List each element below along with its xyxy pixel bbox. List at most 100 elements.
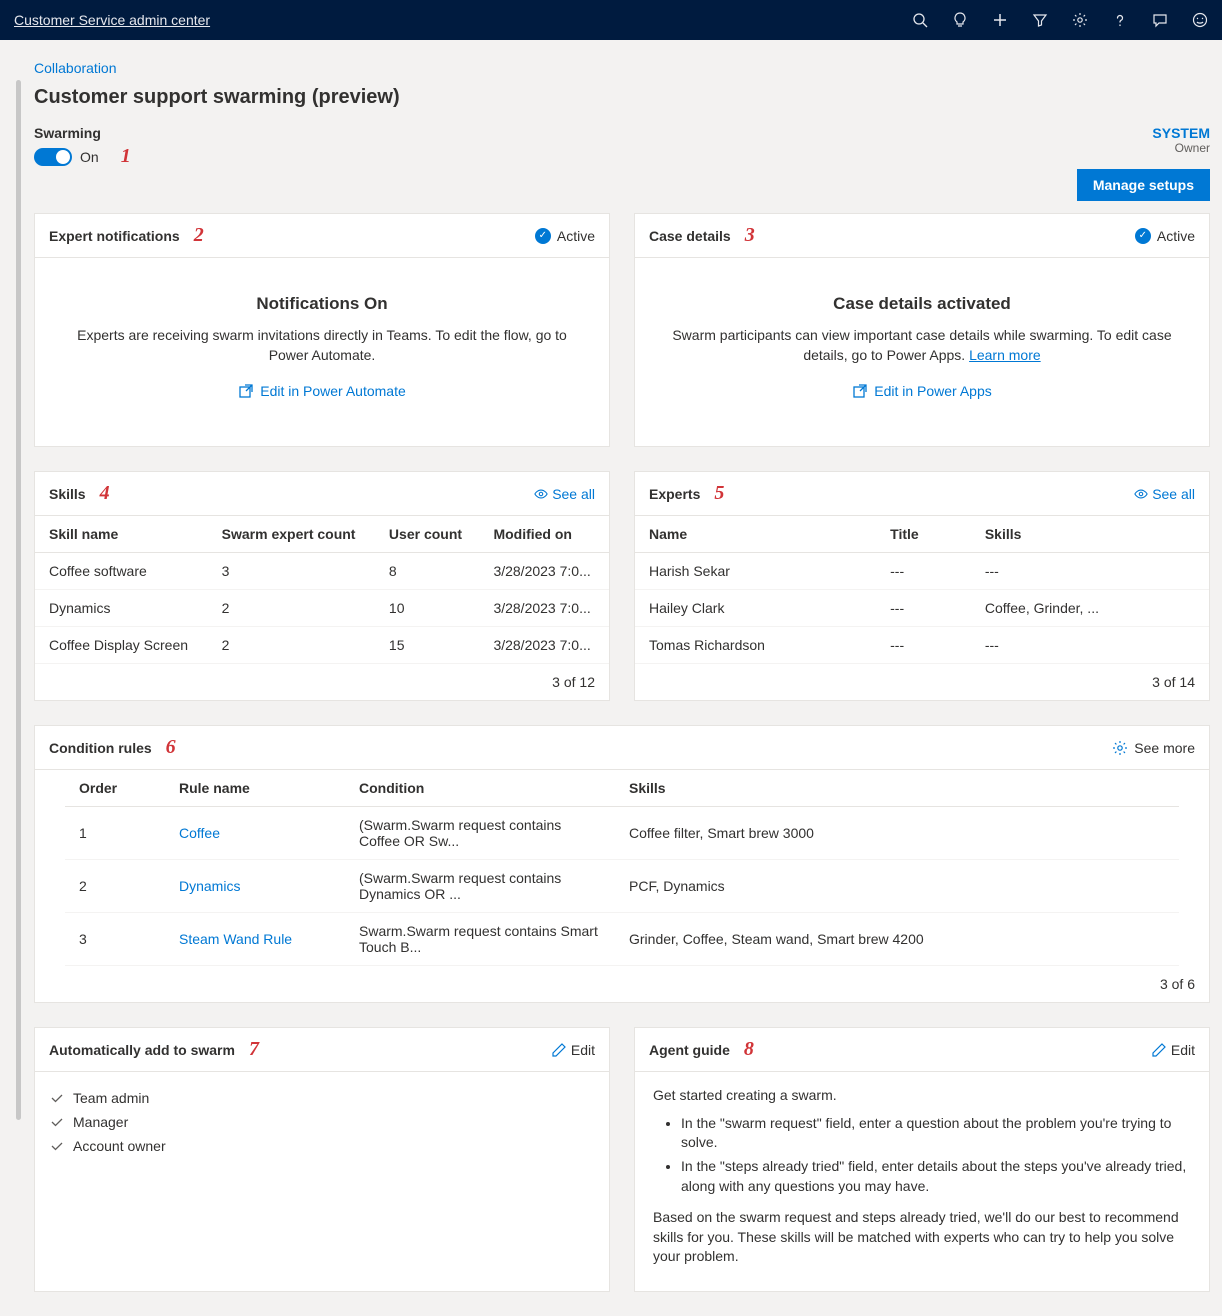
guide-bullet: In the "swarm request" field, enter a qu…	[681, 1114, 1191, 1153]
annotation-2: 2	[194, 224, 204, 247]
check-icon	[49, 1090, 65, 1106]
guide-bullet: In the "steps already tried" field, ente…	[681, 1157, 1191, 1196]
pencil-icon	[1151, 1042, 1167, 1058]
plus-icon[interactable]	[992, 12, 1008, 28]
owner-label: Owner	[1152, 141, 1210, 155]
experts-footer: 3 of 14	[635, 664, 1209, 700]
page-title: Customer support swarming (preview)	[34, 86, 1210, 109]
skills-col-user[interactable]: User count	[375, 516, 480, 553]
skills-col-mod[interactable]: Modified on	[479, 516, 609, 553]
annotation-4: 4	[100, 482, 110, 505]
active-badge: Active	[1157, 228, 1195, 244]
annotation-7: 7	[249, 1038, 259, 1061]
open-icon	[852, 383, 868, 399]
help-icon[interactable]	[1112, 12, 1128, 28]
experts-title: Experts	[649, 486, 700, 502]
bulb-icon[interactable]	[952, 12, 968, 28]
open-icon	[238, 383, 254, 399]
table-row[interactable]: Hailey Clark---Coffee, Grinder, ...	[635, 590, 1209, 627]
rules-col-order[interactable]: Order	[65, 770, 165, 807]
case-details-title: Case details	[649, 228, 731, 244]
rules-col-name[interactable]: Rule name	[165, 770, 345, 807]
table-row[interactable]: Tomas Richardson------	[635, 627, 1209, 664]
agent-guide-card: Agent guide 8 Edit Get started creating …	[634, 1027, 1210, 1292]
skills-col-expert[interactable]: Swarm expert count	[208, 516, 375, 553]
experts-card: Experts 5 See all Name Title Skills Hari…	[634, 471, 1210, 701]
experts-col-skills[interactable]: Skills	[971, 516, 1209, 553]
gear-icon	[1112, 740, 1128, 756]
rule-link[interactable]: Steam Wand Rule	[179, 931, 292, 947]
case-details-card: Case details 3 ✓ Active Case details act…	[634, 213, 1210, 447]
scrollbar[interactable]	[16, 80, 21, 1120]
case-desc: Swarm participants can view important ca…	[659, 326, 1185, 365]
experts-col-title[interactable]: Title	[876, 516, 971, 553]
condition-rules-card: Condition rules 6 See more Order Rule na…	[34, 725, 1210, 1003]
case-heading: Case details activated	[659, 294, 1185, 314]
pencil-icon	[551, 1042, 567, 1058]
annotation-5: 5	[714, 482, 724, 505]
search-icon[interactable]	[912, 12, 928, 28]
learn-more-link[interactable]: Learn more	[969, 347, 1041, 363]
rules-footer: 3 of 6	[35, 966, 1209, 1002]
eye-icon	[1134, 487, 1148, 501]
rules-title: Condition rules	[49, 740, 152, 756]
expert-notifications-card: Expert notifications 2 ✓ Active Notifica…	[34, 213, 610, 447]
auto-add-edit[interactable]: Edit	[551, 1042, 595, 1058]
experts-see-all[interactable]: See all	[1134, 486, 1195, 502]
check-icon	[49, 1138, 65, 1154]
list-item: Manager	[49, 1110, 595, 1134]
rule-link[interactable]: Dynamics	[179, 878, 240, 894]
skills-see-all[interactable]: See all	[534, 486, 595, 502]
top-nav-bar: Customer Service admin center	[0, 0, 1222, 40]
experts-col-name[interactable]: Name	[635, 516, 876, 553]
table-row[interactable]: Coffee Display Screen2153/28/2023 7:0...	[35, 627, 609, 664]
swarming-label: Swarming	[34, 125, 131, 141]
rules-col-cond[interactable]: Condition	[345, 770, 615, 807]
table-row[interactable]: 3Steam Wand RuleSwarm.Swarm request cont…	[65, 913, 1179, 966]
check-icon	[49, 1114, 65, 1130]
skills-table: Skill name Swarm expert count User count…	[35, 516, 609, 664]
filter-icon[interactable]	[1032, 12, 1048, 28]
app-title[interactable]: Customer Service admin center	[14, 12, 210, 28]
experts-table: Name Title Skills Harish Sekar------ Hai…	[635, 516, 1209, 664]
edit-power-automate-link[interactable]: Edit in Power Automate	[238, 383, 406, 399]
manage-setups-button[interactable]: Manage setups	[1077, 169, 1210, 201]
expert-notifications-title: Expert notifications	[49, 228, 180, 244]
annotation-1: 1	[121, 145, 131, 168]
guide-title: Agent guide	[649, 1042, 730, 1058]
active-badge: Active	[557, 228, 595, 244]
notifications-heading: Notifications On	[59, 294, 585, 314]
list-item: Account owner	[49, 1134, 595, 1158]
skills-footer: 3 of 12	[35, 664, 609, 700]
check-icon: ✓	[1135, 228, 1151, 244]
skills-title: Skills	[49, 486, 86, 502]
list-item: Team admin	[49, 1086, 595, 1110]
edit-power-apps-link[interactable]: Edit in Power Apps	[852, 383, 992, 399]
rules-see-more[interactable]: See more	[1112, 740, 1195, 756]
table-row[interactable]: Coffee software383/28/2023 7:0...	[35, 553, 609, 590]
breadcrumb[interactable]: Collaboration	[34, 60, 1210, 76]
table-row[interactable]: 1Coffee(Swarm.Swarm request contains Cof…	[65, 807, 1179, 860]
owner-system[interactable]: SYSTEM	[1152, 125, 1210, 141]
skills-col-name[interactable]: Skill name	[35, 516, 208, 553]
face-icon[interactable]	[1192, 12, 1208, 28]
annotation-6: 6	[166, 736, 176, 759]
table-row[interactable]: Harish Sekar------	[635, 553, 1209, 590]
annotation-3: 3	[745, 224, 755, 247]
rule-link[interactable]: Coffee	[179, 825, 220, 841]
swarming-toggle-text: On	[80, 149, 99, 165]
gear-icon[interactable]	[1072, 12, 1088, 28]
guide-edit[interactable]: Edit	[1151, 1042, 1195, 1058]
chat-icon[interactable]	[1152, 12, 1168, 28]
skills-card: Skills 4 See all Skill name Swarm expert…	[34, 471, 610, 701]
guide-intro: Get started creating a swarm.	[653, 1086, 1191, 1106]
table-row[interactable]: 2Dynamics(Swarm.Swarm request contains D…	[65, 860, 1179, 913]
auto-add-card: Automatically add to swarm 7 Edit Team a…	[34, 1027, 610, 1292]
check-icon: ✓	[535, 228, 551, 244]
swarming-toggle[interactable]	[34, 148, 72, 166]
guide-outro: Based on the swarm request and steps alr…	[653, 1208, 1191, 1267]
table-row[interactable]: Dynamics2103/28/2023 7:0...	[35, 590, 609, 627]
rules-table: Order Rule name Condition Skills 1Coffee…	[65, 770, 1179, 966]
eye-icon	[534, 487, 548, 501]
rules-col-skills[interactable]: Skills	[615, 770, 1179, 807]
